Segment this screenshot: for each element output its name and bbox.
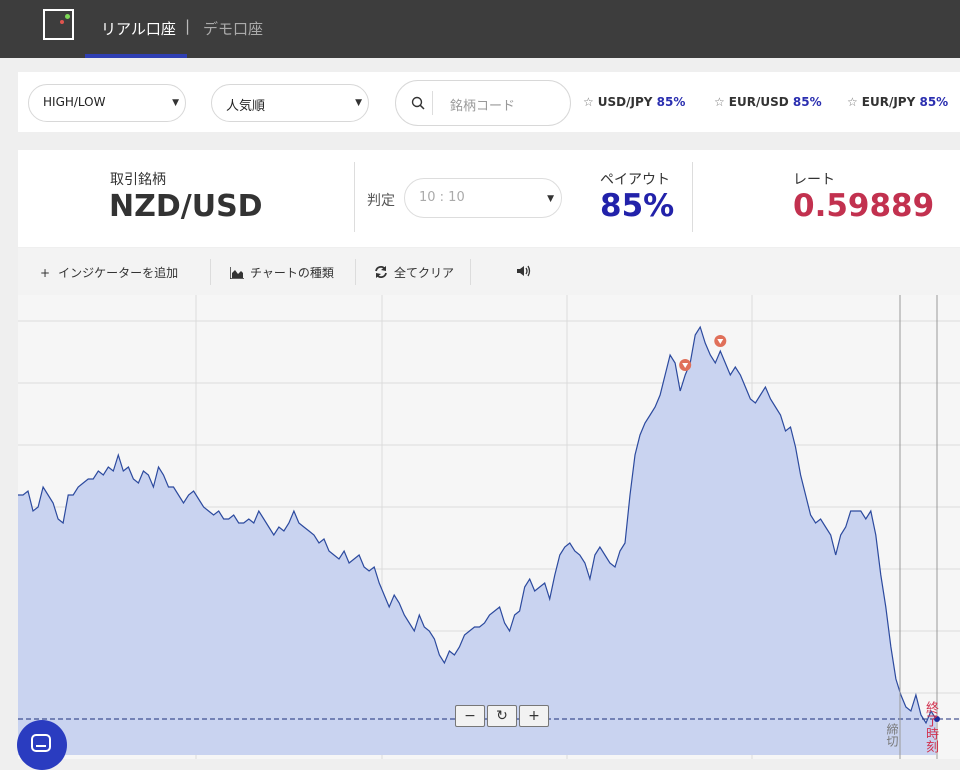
add-indicator-label: インジケーターを追加: [58, 266, 179, 280]
favorite-eurjpy[interactable]: ☆ EUR/JPY 85%: [847, 95, 948, 109]
payout-label: ペイアウト: [600, 172, 670, 188]
sort-select[interactable]: 人気順 ▼: [211, 84, 369, 122]
symbol-value: NZD/USD: [109, 189, 263, 224]
search-divider: [432, 91, 433, 115]
chat-icon: [31, 734, 51, 752]
toolbar-divider: [210, 259, 211, 285]
price-chart-canvas[interactable]: [18, 295, 960, 759]
speaker-icon: [517, 265, 531, 277]
star-icon[interactable]: ☆: [714, 95, 725, 109]
tab-real-account[interactable]: リアル口座: [101, 18, 176, 39]
clear-all-label: 全てクリア: [394, 266, 455, 280]
expiry-label: 終了時刻: [923, 701, 938, 753]
chevron-down-icon: ▼: [355, 98, 362, 108]
price-area: [18, 327, 936, 755]
chart-toolbar: + インジケーターを追加 チャートの種類 全てクリア: [18, 248, 960, 295]
favorite-symbol: USD/JPY: [597, 95, 653, 109]
zoom-reset-button[interactable]: ↻: [487, 705, 517, 727]
search-icon: [411, 95, 425, 114]
toolbar-divider: [470, 259, 471, 285]
active-tab-indicator: [85, 54, 187, 58]
tab-separator: |: [185, 17, 191, 35]
tab-demo-account[interactable]: デモ口座: [203, 18, 263, 39]
rate-label: レート: [793, 172, 835, 188]
filter-bar: HIGH/LOW ▼ 人気順 ▼ 銘柄コード ☆ USD/JPY 85% ☆ EUR…: [18, 72, 960, 132]
star-icon[interactable]: ☆: [847, 95, 858, 109]
clear-all-button[interactable]: 全てクリア: [374, 264, 454, 281]
star-icon[interactable]: ☆: [583, 95, 594, 109]
top-navigation-bar: リアル口座 | デモ口座: [0, 0, 960, 58]
symbol-search-input[interactable]: 銘柄コード: [395, 80, 571, 126]
chat-support-button[interactable]: [17, 720, 67, 770]
logo-red-dot: [60, 20, 64, 24]
divider: [692, 162, 693, 232]
judge-time-value: 10 : 10: [419, 190, 465, 205]
chevron-down-icon: ▼: [547, 194, 554, 204]
favorite-payout: 85%: [792, 95, 822, 109]
judge-time-select[interactable]: 10 : 10 ▼: [404, 178, 562, 218]
trade-info-panel: 取引銘柄 NZD/USD 判定 10 : 10 ▼ ペイアウト 85% レート …: [18, 150, 960, 247]
sort-value: 人気順: [226, 99, 266, 114]
chart-type-button[interactable]: チャートの種類: [229, 264, 334, 281]
favorite-usdjpy[interactable]: ☆ USD/JPY 85%: [583, 95, 685, 109]
chart-type-label: チャートの種類: [250, 266, 334, 280]
toolbar-divider: [355, 259, 356, 285]
symbol-label: 取引銘柄: [110, 172, 166, 188]
judge-label: 判定: [367, 193, 395, 209]
favorite-payout: 85%: [919, 95, 949, 109]
add-indicator-button[interactable]: + インジケーターを追加: [40, 264, 178, 281]
price-chart[interactable]: − ↻ + 締切 終了時刻: [18, 295, 960, 759]
favorite-symbol: EUR/JPY: [861, 95, 916, 109]
chevron-down-icon: ▼: [172, 98, 179, 108]
logo-green-dot: [65, 14, 70, 19]
favorite-payout: 85%: [656, 95, 686, 109]
plus-icon: +: [40, 266, 51, 280]
zoom-out-button[interactable]: −: [455, 705, 485, 727]
favorite-eurusd[interactable]: ☆ EUR/USD 85%: [714, 95, 822, 109]
deadline-label: 締切: [885, 723, 899, 747]
favorite-symbol: EUR/USD: [728, 95, 789, 109]
trade-type-select[interactable]: HIGH/LOW ▼: [28, 84, 186, 122]
payout-value: 85%: [600, 188, 675, 224]
app-logo[interactable]: [43, 9, 74, 40]
area-chart-icon: [229, 267, 244, 280]
sound-toggle-button[interactable]: [517, 264, 539, 278]
rate-value: 0.59889: [793, 188, 935, 224]
trade-type-value: HIGH/LOW: [43, 95, 106, 109]
zoom-in-button[interactable]: +: [519, 705, 549, 727]
refresh-icon: [375, 266, 387, 278]
search-placeholder: 銘柄コード: [450, 99, 516, 114]
divider: [354, 162, 355, 232]
